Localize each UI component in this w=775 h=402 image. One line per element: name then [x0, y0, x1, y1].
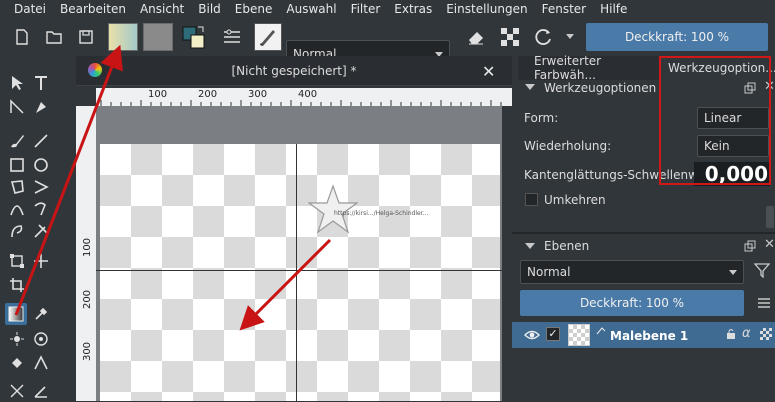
- calligraphy-icon[interactable]: [30, 96, 52, 118]
- tab-advanced-color-selector[interactable]: Erweiterter Farbwäh...: [518, 54, 660, 82]
- pattern-swatch[interactable]: [143, 23, 173, 51]
- text-tool-icon[interactable]: [30, 72, 52, 94]
- layer-row[interactable]: ✓ Malebene 1 α: [512, 322, 775, 348]
- reload-preset-icon[interactable]: [530, 23, 558, 51]
- new-document-icon[interactable]: [8, 23, 36, 51]
- color-picker-icon[interactable]: [30, 303, 52, 325]
- filter-icon[interactable]: [753, 262, 771, 281]
- horizontal-ruler: 100 200 300 400: [96, 88, 512, 106]
- collapse-icon[interactable]: [524, 81, 536, 93]
- invert-label: Umkehren: [544, 193, 606, 207]
- opacity-slider[interactable]: Deckkraft: 100 %: [586, 23, 768, 51]
- alpha-lock-icon[interactable]: [496, 23, 524, 51]
- transparent-canvas[interactable]: [100, 144, 500, 401]
- alpha-inherit-icon[interactable]: α: [742, 326, 751, 341]
- gradient-preset-swatch[interactable]: [108, 23, 138, 51]
- edit-shapes-icon[interactable]: [6, 96, 28, 118]
- crop-tool-icon[interactable]: [6, 274, 28, 296]
- menu-ansicht[interactable]: Ansicht: [140, 2, 184, 16]
- menu-fenster[interactable]: Fenster: [542, 2, 587, 16]
- smart-patch-icon[interactable]: [6, 328, 28, 350]
- ruler-label: 100: [82, 237, 94, 258]
- menu-auswahl[interactable]: Auswahl: [286, 2, 336, 16]
- document-area: [Nicht gespeichert] * ✕ 100 200 300 400 …: [76, 56, 512, 401]
- ruler-label: 200: [82, 289, 94, 310]
- polygon-tool-icon[interactable]: [6, 176, 28, 198]
- layer-thumbnail: [568, 324, 590, 346]
- close-icon[interactable]: ✕: [764, 237, 775, 252]
- watermark-text: https://kirsi.../Helga-Schindler...: [334, 210, 429, 217]
- select-shapes-icon[interactable]: [6, 72, 28, 94]
- gradient-tool-icon[interactable]: [5, 303, 27, 325]
- scrollbar-handle[interactable]: [766, 206, 774, 228]
- assistant-tool-icon[interactable]: [30, 328, 52, 350]
- canvas[interactable]: https://kirsi.../Helga-Schindler...: [96, 106, 502, 401]
- multibrush-icon[interactable]: [30, 220, 52, 242]
- freehand-path-icon[interactable]: [30, 198, 52, 220]
- open-document-icon[interactable]: [40, 23, 68, 51]
- alpha-lock-icon[interactable]: [760, 328, 772, 340]
- ellipse-tool-icon[interactable]: [30, 154, 52, 176]
- visibility-eye-icon[interactable]: [524, 328, 540, 345]
- layer-opacity-value: Deckkraft: 100 %: [579, 296, 685, 310]
- layer-active-checkbox[interactable]: ✓: [546, 327, 560, 341]
- freehand-brush-icon[interactable]: [6, 130, 28, 152]
- save-icon[interactable]: [72, 23, 100, 51]
- menu-icon[interactable]: [757, 296, 771, 313]
- measure-tool-icon[interactable]: [6, 380, 28, 402]
- bezier-tool-icon[interactable]: [6, 198, 28, 220]
- brush-preset-icon[interactable]: [254, 23, 282, 51]
- menu-ebene[interactable]: Ebene: [235, 2, 273, 16]
- fill-tool-icon[interactable]: [6, 352, 28, 374]
- menu-filter[interactable]: Filter: [351, 2, 381, 16]
- line-tool-icon[interactable]: [30, 130, 52, 152]
- guide-horizontal: [96, 270, 502, 271]
- tab-label: Erweiterter Farbwäh...: [534, 54, 602, 82]
- paint-layer-icon: [596, 325, 608, 339]
- layer-opacity-slider[interactable]: Deckkraft: 100 %: [520, 290, 744, 316]
- menu-bild[interactable]: Bild: [198, 2, 221, 16]
- close-icon[interactable]: ✕: [482, 62, 495, 81]
- layer-name: Malebene 1: [610, 329, 689, 343]
- lock-icon[interactable]: [726, 328, 736, 343]
- menu-datei[interactable]: Datei: [14, 2, 46, 16]
- invert-checkbox[interactable]: [525, 193, 538, 206]
- guide-vertical: [296, 144, 297, 401]
- krita-logo-icon: [88, 63, 102, 77]
- toolbox: [0, 56, 60, 401]
- form-label: Form:: [524, 111, 559, 125]
- document-tab[interactable]: [Nicht gespeichert] * ✕: [76, 56, 512, 86]
- menu-einstellungen[interactable]: Einstellungen: [446, 2, 527, 16]
- layer-blend-mode-value: Normal: [527, 265, 571, 279]
- tool-options-header: Werkzeugoptionen: [544, 81, 657, 95]
- menu-hilfe[interactable]: Hilfe: [600, 2, 627, 16]
- colorize-mask-icon[interactable]: [30, 352, 52, 374]
- angle-tool-icon[interactable]: [30, 380, 52, 402]
- menubar: Datei Bearbeiten Ansicht Bild Ebene Ausw…: [0, 0, 775, 18]
- move-tool-icon[interactable]: [30, 250, 52, 272]
- layer-blend-mode-combo[interactable]: Normal: [520, 260, 744, 284]
- color-swap-icon[interactable]: [180, 23, 208, 51]
- brush-settings-icon[interactable]: [218, 23, 246, 51]
- repeat-label: Wiederholung:: [524, 139, 612, 153]
- chevron-down-icon[interactable]: [566, 34, 574, 39]
- eraser-icon[interactable]: [462, 23, 490, 51]
- opacity-value: Deckkraft: 100 %: [624, 30, 730, 44]
- rectangle-tool-icon[interactable]: [6, 154, 28, 176]
- annotation-highlight-box: [659, 56, 771, 185]
- ruler-label: 300: [82, 341, 94, 362]
- document-title: [Nicht gespeichert] *: [231, 63, 357, 78]
- layers-header: Ebenen: [544, 239, 590, 253]
- dynamic-brush-icon[interactable]: [6, 220, 28, 242]
- collapse-icon[interactable]: [524, 240, 536, 252]
- menu-bearbeiten[interactable]: Bearbeiten: [60, 2, 126, 16]
- chevron-down-icon: [729, 270, 737, 275]
- menu-extras[interactable]: Extras: [394, 2, 432, 16]
- float-docker-icon[interactable]: [744, 240, 756, 252]
- main-toolbar: Normal Deckkraft: 100 %: [0, 18, 775, 68]
- transform-tool-icon[interactable]: [6, 250, 28, 272]
- polyline-tool-icon[interactable]: [30, 176, 52, 198]
- vertical-ruler: 100 200 300: [76, 106, 96, 401]
- docker-splitter[interactable]: [512, 232, 775, 234]
